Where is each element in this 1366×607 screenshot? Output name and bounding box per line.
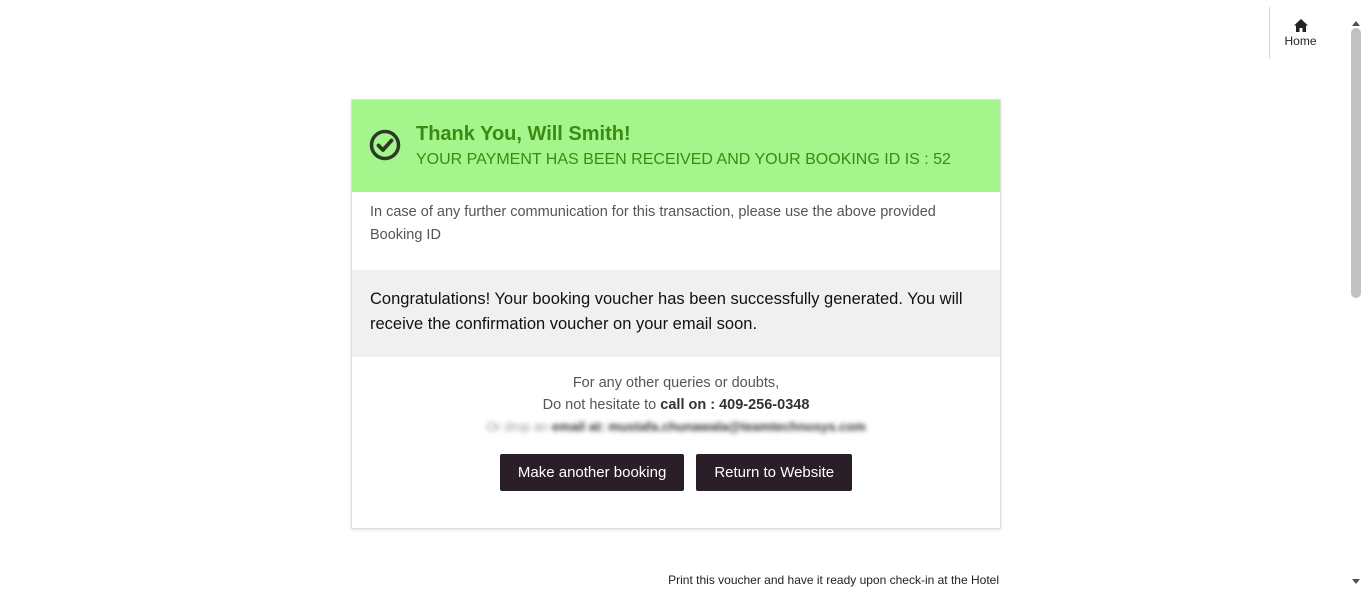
contact-line-email-blurred: Or drop an email at: mustafa.chunawala@t… bbox=[352, 416, 1000, 438]
booking-id-message: YOUR PAYMENT HAS BEEN RECEIVED AND YOUR … bbox=[416, 151, 951, 168]
return-to-website-button[interactable]: Return to Website bbox=[696, 454, 853, 491]
confirmation-header: Thank You, Will Smith! YOUR PAYMENT HAS … bbox=[352, 100, 1000, 192]
phone-number: call on : 409-256-0348 bbox=[660, 397, 810, 413]
contact-line-queries: For any other queries or doubts, bbox=[572, 375, 780, 391]
header-text: Thank You, Will Smith! YOUR PAYMENT HAS … bbox=[416, 121, 951, 171]
phone-prefix: Do not hesitate to bbox=[542, 397, 661, 413]
action-buttons: Make another booking Return to Website bbox=[352, 454, 1000, 491]
scroll-down-arrow-icon[interactable] bbox=[1346, 574, 1366, 588]
contact-section: For any other queries or doubts, Do not … bbox=[352, 357, 1000, 491]
booking-confirmation-card: Thank You, Will Smith! YOUR PAYMENT HAS … bbox=[351, 99, 1001, 529]
page-scrollbar[interactable] bbox=[1346, 0, 1366, 607]
communication-info: In case of any further communication for… bbox=[370, 204, 936, 243]
contact-line-phone: Do not hesitate to call on : 409-256-034… bbox=[352, 394, 1000, 416]
home-icon bbox=[1293, 18, 1308, 32]
scrollbar-thumb[interactable] bbox=[1351, 28, 1361, 298]
home-label: Home bbox=[1284, 33, 1317, 48]
make-another-booking-button[interactable]: Make another booking bbox=[499, 454, 685, 491]
email-prefix: Or drop an bbox=[486, 419, 552, 434]
thank-you-title: Thank You, Will Smith! bbox=[416, 123, 631, 145]
home-button[interactable]: Home bbox=[1269, 7, 1331, 59]
congratulations-message: Congratulations! Your booking voucher ha… bbox=[352, 270, 1000, 357]
email-address: email at: mustafa.chunawala@teamtechnosy… bbox=[551, 419, 866, 434]
print-voucher-note: Print this voucher and have it ready upo… bbox=[668, 573, 999, 587]
check-circle-icon bbox=[369, 129, 401, 161]
